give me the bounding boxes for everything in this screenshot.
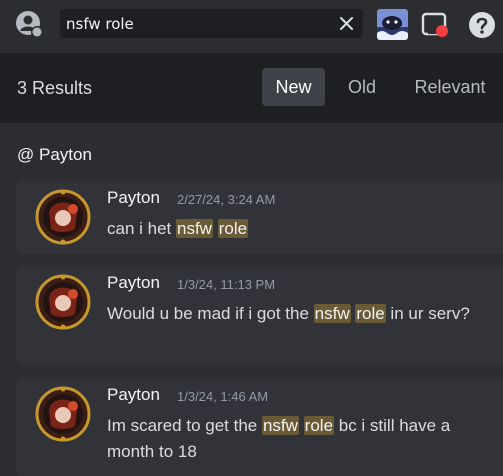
- search-result[interactable]: Payton 2/27/24, 3:24 AM can i het nsfw r…: [16, 180, 503, 254]
- results-header: 3 Results New Old Relevant: [0, 53, 503, 123]
- message-author[interactable]: Payton: [107, 188, 160, 208]
- search-highlight: nsfw: [176, 219, 213, 238]
- search-highlight: role: [303, 416, 335, 435]
- results-count: 3 Results: [17, 78, 93, 98]
- message-author[interactable]: Payton: [107, 385, 160, 405]
- message-timestamp: 2/27/24, 3:24 AM: [177, 192, 276, 207]
- channel-label[interactable]: @ Payton: [17, 145, 92, 165]
- search-result[interactable]: Payton 1/3/24, 1:46 AM Im scared to get …: [16, 377, 503, 476]
- tab-sort-relevant[interactable]: Relevant: [400, 68, 500, 106]
- search-highlight: role: [355, 304, 386, 323]
- message-timestamp: 1/3/24, 1:46 AM: [177, 389, 269, 404]
- avatar: [35, 274, 91, 330]
- search-box[interactable]: [60, 9, 363, 38]
- tab-sort-old[interactable]: Old: [334, 68, 390, 106]
- search-input[interactable]: [66, 9, 326, 38]
- search-highlight: role: [217, 219, 249, 238]
- results-list: @ Payton Payton 2/27/24, 3:24 AM can i h…: [0, 123, 503, 476]
- message-text: can i het nsfw role: [107, 219, 249, 238]
- search-result[interactable]: Payton 1/3/24, 11:13 PM Would u be mad i…: [16, 265, 503, 365]
- game-thumbnail[interactable]: [377, 9, 408, 40]
- message-author[interactable]: Payton: [107, 273, 160, 293]
- message-text: Would u be mad if i got the nsfw role in…: [107, 304, 470, 323]
- mention-icon[interactable]: [14, 9, 44, 39]
- tab-sort-new[interactable]: New: [262, 68, 325, 106]
- message-text: Im scared to get the nsfw role bc i stil…: [107, 416, 451, 461]
- help-icon[interactable]: [467, 10, 497, 40]
- top-bar: [0, 0, 503, 53]
- search-highlight: nsfw: [261, 416, 299, 435]
- search-highlight: nsfw: [313, 304, 351, 323]
- avatar: [35, 386, 91, 442]
- close-icon[interactable]: [338, 15, 355, 32]
- message-timestamp: 1/3/24, 11:13 PM: [177, 277, 276, 292]
- inbox-icon[interactable]: [420, 10, 450, 40]
- avatar: [35, 189, 91, 245]
